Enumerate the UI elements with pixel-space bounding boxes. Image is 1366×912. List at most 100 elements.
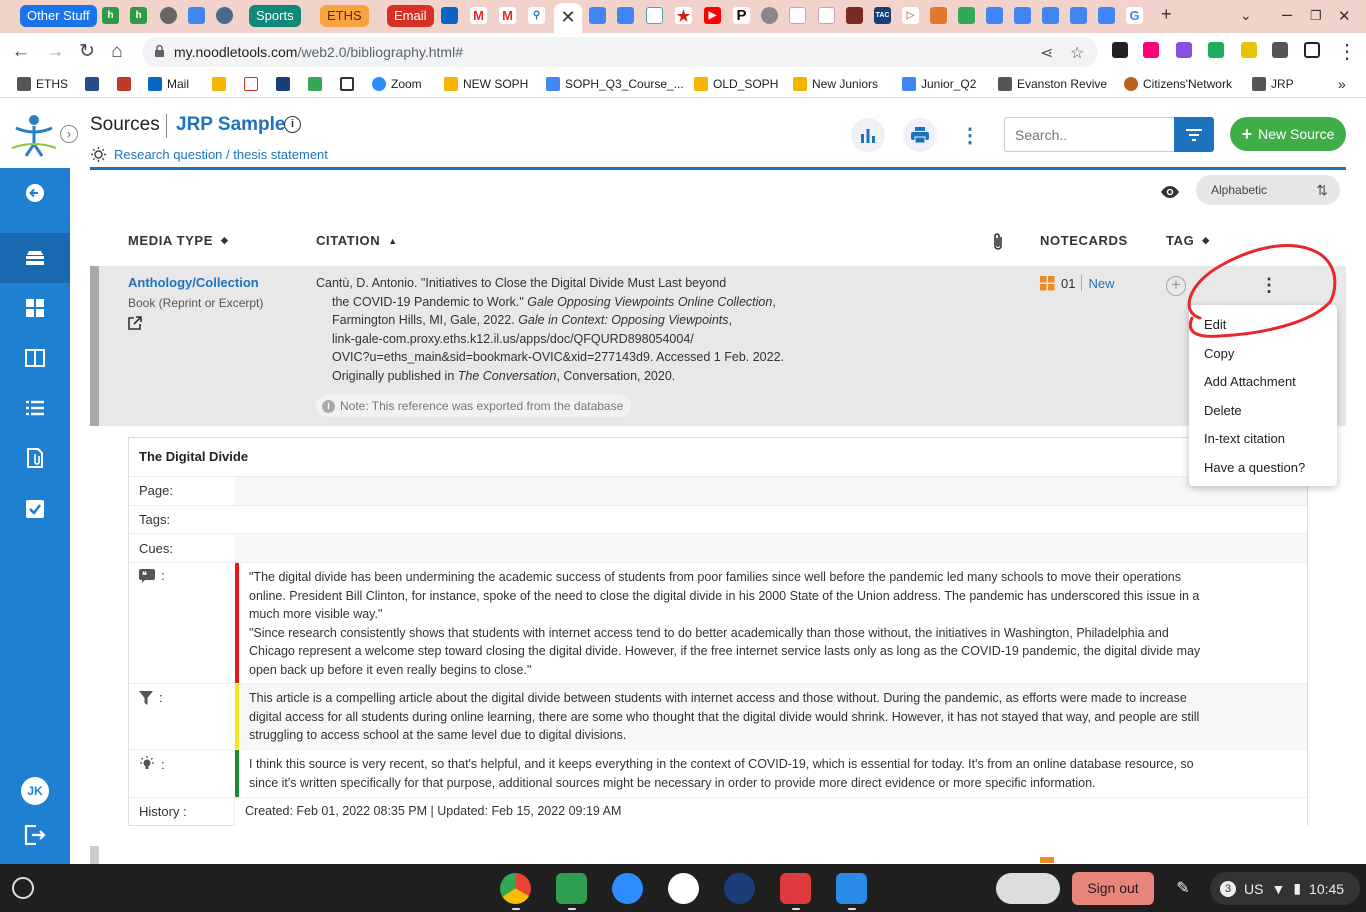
tab-group-eths[interactable]: ETHS	[320, 5, 369, 27]
bookmark-item[interactable]	[308, 76, 322, 92]
tab-group-email[interactable]: Email	[387, 5, 434, 27]
bookmark-item[interactable]: ETHS	[17, 76, 68, 92]
external-link-icon[interactable]	[128, 316, 142, 330]
bookmark-item[interactable]: JRP	[1252, 76, 1294, 92]
tab-favicon-docs[interactable]	[1014, 7, 1031, 24]
extension-icon[interactable]	[1176, 42, 1192, 58]
tab-favicon-outlook[interactable]	[441, 7, 458, 24]
address-bar[interactable]: my.noodletools.com/web2.0/bibliography.h…	[142, 37, 1098, 67]
status-tray[interactable]: 3 US ▼ ▮ 10:45	[1210, 872, 1360, 905]
browser-menu-icon[interactable]: ⋮	[1334, 39, 1360, 65]
tab-favicon-gmail[interactable]: M	[470, 7, 487, 24]
bookmark-item[interactable]	[212, 76, 226, 92]
tab-favicon-docs[interactable]	[986, 7, 1003, 24]
bookmark-item[interactable]	[85, 76, 99, 92]
files-app-icon[interactable]	[836, 873, 867, 904]
tab-search-icon[interactable]: ⌄	[1240, 7, 1252, 24]
print-button[interactable]	[903, 118, 937, 152]
tab-favicon-youtube[interactable]: ▶	[704, 7, 721, 24]
tab-favicon-site[interactable]	[789, 7, 806, 24]
notecard-title[interactable]: The Digital Divide	[139, 449, 248, 464]
column-media-type[interactable]: MEDIA TYPE ◆	[128, 233, 229, 248]
tab-favicon-noodletools[interactable]: ⚲	[528, 7, 545, 24]
column-tag[interactable]: TAG ◆	[1166, 233, 1210, 248]
bookmark-item[interactable]: SOPH_Q3_Course_...	[546, 76, 684, 92]
extension-icon[interactable]	[1143, 42, 1159, 58]
stylus-icon[interactable]: ✎	[1170, 876, 1196, 902]
sidebar-item-dashboard[interactable]	[0, 283, 70, 333]
play-store-app-icon[interactable]	[668, 873, 699, 904]
new-tab-button[interactable]: +	[1161, 4, 1172, 25]
sort-select[interactable]: Alphabetic ⇅	[1196, 175, 1340, 205]
extension-icon[interactable]	[1241, 42, 1257, 58]
tab-favicon-site[interactable]: ▷	[902, 7, 919, 24]
tab-favicon-p[interactable]: P	[733, 7, 750, 24]
chrome-app-icon[interactable]	[500, 873, 531, 904]
puzzle-icon[interactable]	[1272, 42, 1288, 58]
tab-favicon-docs[interactable]	[1070, 7, 1087, 24]
tab-favicon-site[interactable]	[646, 7, 663, 24]
classroom-app-icon[interactable]	[556, 873, 587, 904]
bookmark-item[interactable]: Zoom	[372, 76, 422, 92]
holding-space-icon[interactable]	[996, 873, 1060, 904]
add-tag-icon[interactable]: +	[1166, 276, 1186, 296]
tags-value[interactable]	[234, 506, 1307, 533]
bookmark-item[interactable]	[340, 76, 354, 92]
close-tab-icon[interactable]: ✕	[560, 7, 575, 27]
bookmark-item[interactable]	[244, 76, 258, 92]
menu-item-have-a-question[interactable]: Have a question?	[1189, 454, 1337, 483]
more-options-button[interactable]: ⋮	[953, 118, 987, 152]
tab-favicon-site[interactable]	[761, 7, 778, 24]
menu-item-add-attachment[interactable]: Add Attachment	[1189, 368, 1337, 397]
home-icon[interactable]: ⌂	[104, 39, 130, 65]
tab-favicon-tac[interactable]: TAC	[874, 7, 891, 24]
bookmarks-overflow-button[interactable]: »	[1338, 76, 1346, 92]
tab-favicon-h[interactable]: h	[102, 7, 119, 24]
menu-item-in-text-citation[interactable]: In-text citation	[1189, 425, 1337, 454]
tab-favicon-docs[interactable]	[617, 7, 634, 24]
tab-favicon-gmail[interactable]: M	[499, 7, 516, 24]
menu-item-copy[interactable]: Copy	[1189, 340, 1337, 369]
share-icon[interactable]: ⋖	[1040, 43, 1053, 63]
camera-extension-icon[interactable]	[1112, 42, 1128, 58]
media-type-link[interactable]: Anthology/Collection	[128, 275, 259, 290]
cues-value[interactable]	[234, 534, 1307, 562]
tab-favicon-docs[interactable]	[589, 7, 606, 24]
row-menu-button[interactable]: ⋮	[1260, 276, 1278, 296]
column-citation[interactable]: CITATION ▲	[316, 233, 398, 248]
menu-item-delete[interactable]: Delete	[1189, 397, 1337, 426]
app-icon[interactable]	[780, 873, 811, 904]
bookmark-item[interactable]: NEW SOPH	[444, 76, 528, 92]
sidebar-item-todo[interactable]	[0, 484, 70, 534]
bookmark-item[interactable]: New Juniors	[793, 76, 878, 92]
new-source-button[interactable]: + New Source	[1230, 117, 1346, 151]
user-avatar[interactable]: JK	[0, 766, 70, 816]
close-window-icon[interactable]: ✕	[1338, 7, 1351, 25]
sign-out-button[interactable]: Sign out	[1072, 872, 1154, 905]
tab-favicon-site[interactable]	[846, 7, 863, 24]
tab-favicon-site[interactable]	[216, 7, 233, 24]
bookmark-item[interactable]	[276, 76, 290, 92]
back-icon[interactable]: ←	[8, 39, 34, 65]
bookmark-item[interactable]: Citizens'Network	[1124, 76, 1232, 92]
side-panel-icon[interactable]	[1304, 42, 1320, 58]
forward-icon[interactable]: →	[42, 39, 68, 65]
filter-button[interactable]	[1174, 117, 1214, 152]
page-value[interactable]	[234, 477, 1307, 505]
active-tab[interactable]: ✕	[554, 3, 582, 33]
statistics-button[interactable]	[851, 118, 885, 152]
extension-icon[interactable]	[1208, 42, 1224, 58]
tab-favicon-docs[interactable]	[1098, 7, 1115, 24]
minimize-icon[interactable]: –	[1282, 4, 1292, 25]
expand-sidebar-button[interactable]: ›	[60, 125, 78, 143]
tab-favicon-site[interactable]	[930, 7, 947, 24]
tab-favicon-site[interactable]	[818, 7, 835, 24]
tab-favicon-drive[interactable]	[958, 7, 975, 24]
tab-favicon-globe[interactable]	[160, 7, 177, 24]
search-input[interactable]	[1004, 117, 1174, 152]
sidebar-item-outline[interactable]	[0, 383, 70, 433]
tab-favicon-google[interactable]: G	[1126, 7, 1143, 24]
tab-favicon-docs[interactable]	[188, 7, 205, 24]
menu-item-edit[interactable]: Edit	[1189, 311, 1337, 340]
back-to-projects-button[interactable]	[0, 168, 70, 218]
